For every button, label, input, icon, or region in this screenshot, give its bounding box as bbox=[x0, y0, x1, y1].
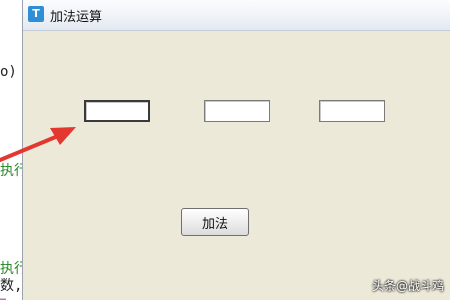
second-number-input[interactable] bbox=[204, 100, 270, 122]
window-title: 加法运算 bbox=[50, 10, 103, 25]
window-titlebar[interactable]: T 加法运算 bbox=[23, 0, 450, 31]
background-code-editor: o) 执行 执行 数, … bbox=[0, 0, 28, 303]
code-fragment: … bbox=[0, 292, 7, 303]
app-icon: T bbox=[28, 6, 44, 22]
code-fragment: o) bbox=[0, 64, 17, 80]
watermark: 头条@战斗鸡 bbox=[371, 279, 444, 293]
first-number-input[interactable] bbox=[84, 100, 150, 122]
addition-window: T 加法运算 加法 bbox=[22, 0, 450, 300]
result-input[interactable] bbox=[319, 100, 385, 122]
add-button[interactable]: 加法 bbox=[181, 208, 249, 236]
